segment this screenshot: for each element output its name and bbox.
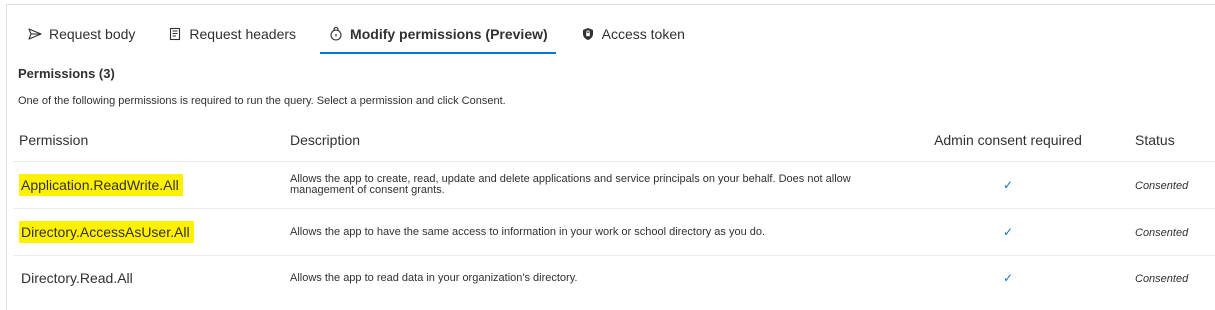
checkmark-icon: ✓ bbox=[1002, 225, 1014, 239]
table-row[interactable]: Application.ReadWrite.All Allows the app… bbox=[13, 162, 1215, 209]
tab-request-headers[interactable]: Request headers bbox=[159, 19, 304, 49]
tab-request-body[interactable]: Request body bbox=[19, 19, 143, 49]
column-header-permission[interactable]: Permission bbox=[13, 132, 283, 148]
tab-request-body-label: Request body bbox=[49, 26, 136, 42]
document-icon bbox=[167, 26, 183, 42]
checkmark-icon: ✓ bbox=[1002, 271, 1014, 285]
lock-shield-icon bbox=[328, 26, 344, 42]
send-icon bbox=[27, 26, 43, 42]
column-header-admin-consent[interactable]: Admin consent required bbox=[893, 132, 1123, 148]
tab-modify-permissions[interactable]: Modify permissions (Preview) bbox=[320, 19, 556, 54]
tab-modify-permissions-label: Modify permissions (Preview) bbox=[350, 26, 548, 42]
permissions-panel: Request body Request headers Modify perm… bbox=[6, 4, 1215, 310]
tab-access-token-label: Access token bbox=[601, 26, 685, 42]
permission-description: Allows the app to have the same access t… bbox=[290, 225, 766, 238]
checkmark-icon: ✓ bbox=[1002, 178, 1014, 192]
permissions-table: Permission Description Admin consent req… bbox=[13, 119, 1215, 300]
permission-name: Application.ReadWrite.All bbox=[19, 174, 183, 196]
permission-name: Directory.AccessAsUser.All bbox=[19, 221, 194, 243]
table-row[interactable]: Directory.Read.All Allows the app to rea… bbox=[13, 256, 1215, 300]
permission-description: Allows the app to create, read, update a… bbox=[290, 173, 851, 196]
tab-bar: Request body Request headers Modify perm… bbox=[19, 19, 709, 59]
status-text: Consented bbox=[1135, 180, 1189, 192]
shield-lock-icon bbox=[580, 26, 596, 42]
table-header-row: Permission Description Admin consent req… bbox=[13, 119, 1215, 162]
column-header-description[interactable]: Description bbox=[283, 132, 893, 148]
column-header-status[interactable]: Status bbox=[1123, 132, 1215, 148]
tab-request-headers-label: Request headers bbox=[189, 26, 297, 42]
tab-access-token[interactable]: Access token bbox=[572, 19, 693, 49]
permissions-count-heading: Permissions (3) bbox=[18, 66, 115, 81]
permission-name: Directory.Read.All bbox=[21, 270, 133, 286]
status-text: Consented bbox=[1135, 227, 1189, 239]
status-text: Consented bbox=[1135, 273, 1189, 285]
permissions-instructions: One of the following permissions is requ… bbox=[18, 95, 506, 107]
permission-description: Allows the app to read data in your orga… bbox=[290, 271, 578, 284]
table-row[interactable]: Directory.AccessAsUser.All Allows the ap… bbox=[13, 209, 1215, 256]
